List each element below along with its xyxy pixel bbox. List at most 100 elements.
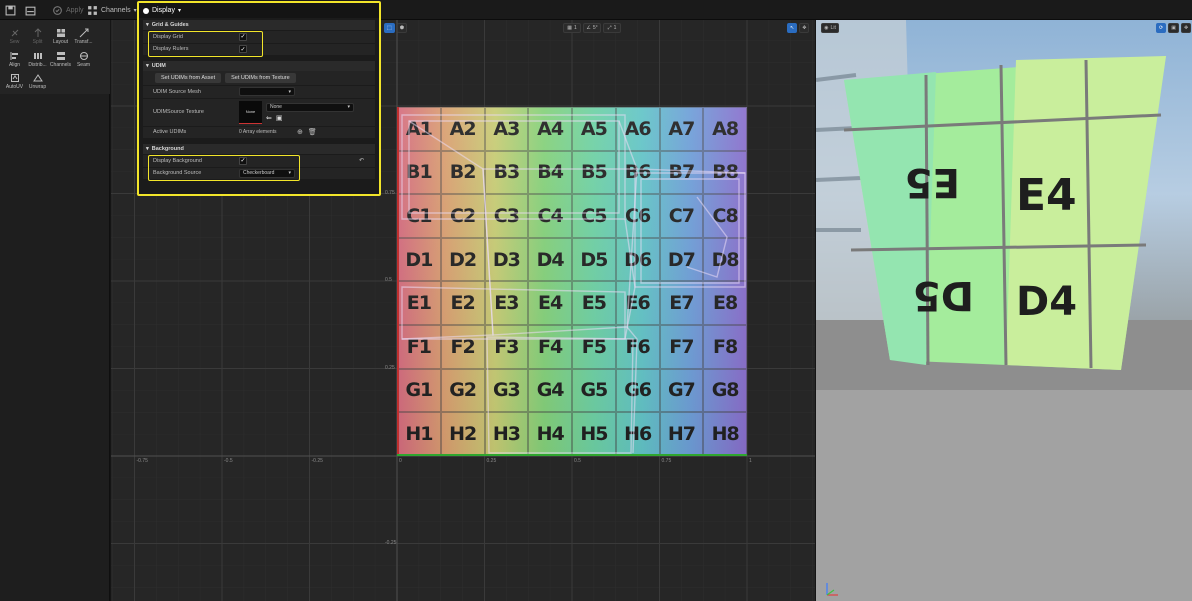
v-axis-line <box>397 107 399 456</box>
panel-title: Display <box>152 7 175 14</box>
tool-button-unwrap[interactable]: Unwrap <box>26 73 49 93</box>
orbit-button[interactable]: ⟳ <box>1156 23 1167 33</box>
x-axis-tick-label: 0.25 <box>486 458 497 464</box>
udim-source-mesh-dropdown[interactable]: ▾ <box>239 87 295 97</box>
tool-label: AutoUV <box>5 84 24 91</box>
set-udims-from-asset-button[interactable]: Set UDIMs from Asset <box>155 73 222 83</box>
svg-text:D5: D5 <box>913 272 974 318</box>
tool-button-split[interactable]: Split <box>26 28 49 48</box>
svg-text:E4: E4 <box>1016 170 1077 221</box>
display-tab[interactable]: Display ▾ <box>139 3 379 18</box>
svg-text:D4: D4 <box>1016 279 1077 325</box>
unwrap-icon <box>32 74 43 82</box>
y-axis-tick-label: -0.25 <box>385 539 397 546</box>
tool-label: Unwrap <box>28 84 47 91</box>
texture-thumbnail[interactable]: None <box>239 100 262 124</box>
camera-button[interactable]: ▣ <box>1168 23 1179 33</box>
3d-preview-viewport[interactable]: E5 E4 D5 D4 ◉ Lit ⟳ ▣ ✥ <box>816 20 1192 601</box>
align-icon <box>10 51 18 60</box>
channels-label: Channels <box>101 6 131 14</box>
scale-icon: ⤢ <box>607 25 612 31</box>
lit-label: Lit <box>830 25 836 31</box>
transform-mode-button[interactable]: ⬢ <box>396 23 408 33</box>
y-axis-tick-label: 0.25 <box>385 364 395 371</box>
tool-label: Align <box>8 61 21 68</box>
udim-buttons: Set UDIMs from Asset Set UDIMs from Text… <box>143 71 375 85</box>
y-axis-tick-label: 0.75 <box>385 189 395 196</box>
tool-button-sew[interactable]: Sew <box>3 28 26 48</box>
move-tool-button[interactable]: ✥ <box>799 23 810 33</box>
texture-picker-dropdown[interactable]: None ▾ <box>266 102 354 112</box>
display-settings-panel: Display ▾ ▾ Grid & Guides Display Grid ✓… <box>137 1 381 196</box>
grid-guides-header[interactable]: ▾ Grid & Guides <box>143 20 375 30</box>
lit-mode-button[interactable]: ◉ Lit <box>821 23 839 33</box>
add-element-icon[interactable]: ⊕ <box>297 128 303 136</box>
tool-label: Sew <box>9 39 20 45</box>
x-axis-tick-label: 1 <box>749 458 752 464</box>
select-tool-button[interactable]: ↖ <box>787 23 798 33</box>
move-icon: ✥ <box>1183 25 1189 31</box>
background-section: ▾ Background Display Background ✓ ↶ Back… <box>143 144 375 181</box>
texture-picker-value: None <box>270 104 282 110</box>
u-axis-line <box>397 454 747 456</box>
channels-dropdown[interactable]: Channels ▾ <box>87 2 137 18</box>
active-udims-label: Active UDIMs <box>153 129 187 136</box>
tool-button-seam[interactable]: Seam <box>72 51 95 71</box>
browse-asset-button[interactable] <box>25 2 36 18</box>
split-icon <box>34 28 41 37</box>
transform-icon: ⬢ <box>399 25 405 31</box>
rotation-snap-button[interactable]: ∠ 5° <box>583 23 601 33</box>
snap-angle: 5° <box>592 25 598 31</box>
tool-button-distribute[interactable]: Distrib... <box>26 51 49 71</box>
set-udims-from-texture-button[interactable]: Set UDIMs from Texture <box>225 73 296 83</box>
display-icon <box>143 7 149 14</box>
grid-count: 1 <box>573 25 577 31</box>
uv-wireframe <box>401 114 746 454</box>
tools-panel: Sew Split Layout Transf... Align Distrib... Ch… <box>0 20 110 601</box>
viewport-right-tools: ↖ ✥ <box>787 23 810 34</box>
background-highlight <box>148 155 300 181</box>
tool-button-layout[interactable]: Layout <box>49 28 72 48</box>
x-axis-tick-label: 0 <box>399 458 402 464</box>
y-axis-tick-label: 0.5 <box>385 277 392 283</box>
tool-label: Distrib... <box>28 61 47 68</box>
save-button[interactable] <box>5 2 16 18</box>
tool-button-channels[interactable]: Channels <box>49 51 72 71</box>
scale-snap-button[interactable]: ⤢ 1 <box>603 23 621 33</box>
tool-button-align[interactable]: Align <box>3 51 26 71</box>
reset-icon[interactable]: ↶ <box>359 157 364 164</box>
chevron-down-icon: ▾ <box>288 88 291 95</box>
apply-label: Apply <box>66 6 84 14</box>
select-icon: ⬚ <box>387 25 392 31</box>
move-button[interactable]: ✥ <box>1180 23 1192 33</box>
axis-gizmo-icon <box>826 583 838 596</box>
seam-icon <box>79 51 88 60</box>
scale-value: 1 <box>613 25 617 31</box>
x-axis-tick-label: 0.75 <box>661 458 672 464</box>
browse-icon <box>25 6 36 15</box>
trash-icon[interactable]: 🗑 <box>308 128 317 136</box>
distribute-icon <box>33 52 42 59</box>
browse-folder-icon[interactable]: ▣ <box>276 114 283 122</box>
background-header[interactable]: ▾ Background <box>143 144 375 154</box>
apply-button[interactable]: Apply <box>52 2 84 18</box>
tool-button-autouv[interactable]: AutoUV <box>3 73 26 93</box>
use-selected-icon[interactable]: ⇐ <box>266 114 272 122</box>
chevron-down-icon: ▾ <box>177 8 181 14</box>
texture-thumb-label: None <box>245 109 256 114</box>
tool-label: Seam <box>76 61 91 68</box>
tool-label: Layout <box>52 39 68 45</box>
tool-button-transform[interactable]: Transf... <box>72 28 95 48</box>
x-axis-tick-label: -0.5 <box>224 458 233 464</box>
x-axis-tick-label: 0.5 <box>574 458 581 464</box>
tool-label: Transf... <box>74 39 93 45</box>
udim-header[interactable]: ▾ UDIM <box>143 61 375 71</box>
channels-icon <box>56 51 65 60</box>
grid-snap-button[interactable]: ▦ 1 <box>563 23 581 33</box>
select-mode-button[interactable]: ⬚ <box>384 23 395 33</box>
tools-list: Sew Split Layout Transf... Align Distrib... Ch… <box>0 20 110 94</box>
active-udims-value: 0 Array elements <box>239 129 277 136</box>
collapse-arrow-icon: ▾ <box>146 146 149 152</box>
layout-icon <box>56 29 65 37</box>
transform-icon <box>79 28 88 38</box>
